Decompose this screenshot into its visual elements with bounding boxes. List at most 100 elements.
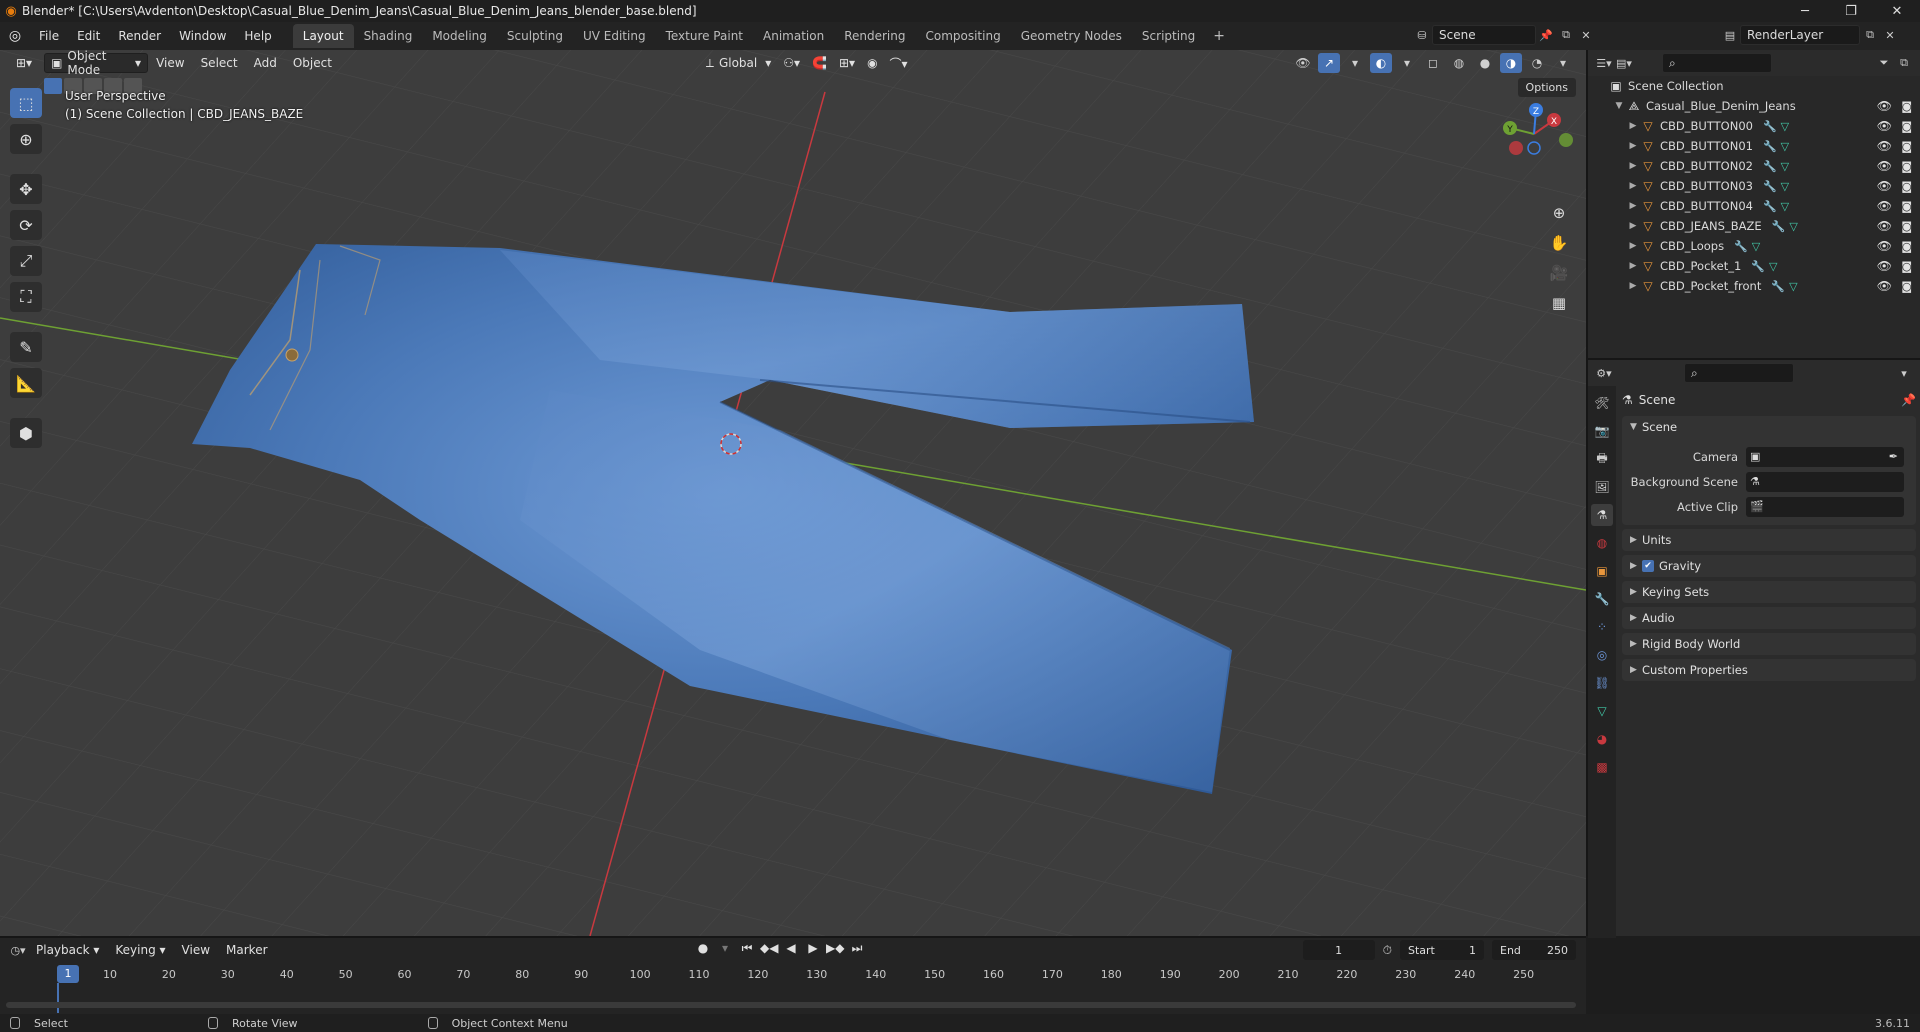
modifier-wrench-icon[interactable]: 🔧: [1772, 220, 1786, 233]
maximize-button[interactable]: ❐: [1828, 0, 1874, 22]
cursor-tool-icon[interactable]: ⊕: [10, 124, 42, 154]
menu-window[interactable]: Window: [170, 22, 235, 50]
menu-add[interactable]: Add: [246, 56, 285, 70]
outliner-row-object[interactable]: ▶ ▽ CBD_JEANS_BAZE 🔧 ▽ 👁 ◙: [1588, 216, 1920, 236]
outliner-row-object[interactable]: ▶ ▽ CBD_Pocket_1 🔧 ▽ 👁 ◙: [1588, 256, 1920, 276]
pan-hand-icon[interactable]: ✋: [1546, 230, 1572, 256]
menu-view[interactable]: View: [148, 56, 192, 70]
physics-tab-icon[interactable]: ◎: [1591, 644, 1613, 666]
menu-playback[interactable]: Playback ▾: [28, 943, 107, 957]
expand-arrow-icon[interactable]: ▶: [1626, 221, 1640, 231]
render-camera-icon[interactable]: ◙: [1901, 120, 1912, 133]
particles-tab-icon[interactable]: ⁘: [1591, 616, 1613, 638]
outliner-row-scene-collection[interactable]: ▣ Scene Collection: [1588, 76, 1920, 96]
eye-icon[interactable]: 👁: [1877, 139, 1892, 153]
eye-icon[interactable]: 👁: [1877, 279, 1892, 293]
outliner-row-object[interactable]: ▶ ▽ CBD_BUTTON02 🔧 ▽ 👁 ◙: [1588, 156, 1920, 176]
eye-icon[interactable]: 👁: [1877, 159, 1892, 173]
render-camera-icon[interactable]: ◙: [1901, 180, 1912, 193]
eye-icon[interactable]: 👁: [1877, 199, 1892, 213]
output-tab-icon[interactable]: 🖶: [1591, 448, 1613, 470]
audio-panel[interactable]: ▶ Audio: [1622, 607, 1916, 629]
texture-tab-icon[interactable]: ▩: [1591, 756, 1613, 778]
shading-dropdown-icon[interactable]: ▾: [1552, 53, 1574, 73]
render-camera-icon[interactable]: ◙: [1901, 280, 1912, 293]
3d-viewport[interactable]: ⊞▾ ▣ Object Mode ▾ View Select Add Objec…: [0, 50, 1586, 936]
transform-orientation[interactable]: ⟂ Global ▾: [700, 53, 777, 73]
outliner-row-object[interactable]: ▶ ▽ CBD_BUTTON00 🔧 ▽ 👁 ◙: [1588, 116, 1920, 136]
expand-arrow-icon[interactable]: ▶: [1626, 161, 1640, 171]
pivot-point-icon[interactable]: ⚇▾: [777, 53, 806, 73]
modifier-wrench-icon[interactable]: 🔧: [1771, 280, 1785, 293]
properties-editor-icon[interactable]: ⚙▾: [1594, 363, 1614, 383]
timeline-scrollbar[interactable]: [6, 1002, 1576, 1008]
expand-arrow-icon[interactable]: ▶: [1626, 261, 1640, 271]
menu-select[interactable]: Select: [193, 56, 246, 70]
scene-icon[interactable]: ⛁: [1412, 25, 1432, 45]
modifier-wrench-icon[interactable]: 🔧: [1763, 140, 1777, 153]
world-tab-icon[interactable]: ◍: [1591, 532, 1613, 554]
play-reverse-icon[interactable]: ◀: [782, 941, 800, 956]
tab-rendering[interactable]: Rendering: [834, 24, 915, 48]
current-frame-field[interactable]: 1: [1302, 940, 1375, 960]
modifier-tab-icon[interactable]: 🔧: [1591, 588, 1613, 610]
object-tab-icon[interactable]: ▣: [1591, 560, 1613, 582]
view-layer-tab-icon[interactable]: 🖼: [1591, 476, 1613, 498]
proportional-edit-icon[interactable]: ◉: [861, 53, 883, 73]
outliner-editor-icon[interactable]: ☰▾: [1594, 53, 1614, 73]
data-tab-icon[interactable]: ▽: [1591, 700, 1613, 722]
custom-properties-panel[interactable]: ▶ Custom Properties: [1622, 659, 1916, 681]
next-keyframe-icon[interactable]: ▶◆: [826, 941, 844, 956]
keying-sets-panel[interactable]: ▶ Keying Sets: [1622, 581, 1916, 603]
axis-gizmo[interactable]: X Y Z: [1480, 90, 1580, 170]
render-camera-icon[interactable]: ◙: [1901, 100, 1912, 113]
modifier-wrench-icon[interactable]: 🔧: [1734, 240, 1748, 253]
end-frame-field[interactable]: End 250: [1492, 940, 1576, 960]
tool-tab-icon[interactable]: 🛠: [1591, 392, 1613, 414]
modifier-wrench-icon[interactable]: 🔧: [1763, 120, 1777, 133]
gizmo-toggle-icon[interactable]: ↗: [1318, 53, 1340, 73]
outliner-row-object[interactable]: ▶ ▽ CBD_Loops 🔧 ▽ 👁 ◙: [1588, 236, 1920, 256]
scene-panel-header[interactable]: ▼ Scene: [1622, 416, 1916, 438]
menu-object[interactable]: Object: [285, 56, 340, 70]
mesh-data-icon[interactable]: ▽: [1789, 220, 1797, 233]
record-icon[interactable]: ●: [694, 941, 712, 956]
tab-compositing[interactable]: Compositing: [915, 24, 1010, 48]
scene-name-field[interactable]: Scene: [1432, 25, 1536, 45]
gizmo-dropdown-icon[interactable]: ▾: [1344, 53, 1366, 73]
menu-timeline-view[interactable]: View: [174, 943, 218, 957]
mesh-data-icon[interactable]: ▽: [1789, 280, 1797, 293]
render-camera-icon[interactable]: ◙: [1901, 260, 1912, 273]
eye-icon[interactable]: 👁: [1877, 179, 1892, 193]
play-icon[interactable]: ▶: [804, 941, 822, 956]
eye-icon[interactable]: 👁: [1877, 259, 1892, 273]
select-new-icon[interactable]: [44, 78, 62, 94]
expand-arrow-icon[interactable]: ▶: [1626, 121, 1640, 131]
stopwatch-icon[interactable]: ⏱: [1383, 943, 1392, 958]
mesh-data-icon[interactable]: ▽: [1769, 260, 1777, 273]
eyedropper-icon[interactable]: ✒: [1889, 450, 1898, 463]
eye-icon[interactable]: 👁: [1877, 239, 1892, 253]
tab-uv-editing[interactable]: UV Editing: [573, 24, 656, 48]
menu-file[interactable]: File: [30, 22, 68, 50]
add-cube-tool-icon[interactable]: ⬢: [10, 418, 42, 448]
units-panel[interactable]: ▶ Units: [1622, 529, 1916, 551]
mesh-data-icon[interactable]: ▽: [1781, 120, 1789, 133]
properties-search-input[interactable]: ⌕: [1684, 363, 1794, 383]
new-scene-icon[interactable]: ⧉: [1556, 25, 1576, 45]
render-camera-icon[interactable]: ◙: [1901, 240, 1912, 253]
start-frame-field[interactable]: Start 1: [1400, 940, 1484, 960]
menu-edit[interactable]: Edit: [68, 22, 109, 50]
mode-selector[interactable]: ▣ Object Mode ▾: [44, 50, 149, 77]
overlay-toggle-icon[interactable]: ◐: [1370, 53, 1392, 73]
overlay-dropdown-icon[interactable]: ▾: [1396, 53, 1418, 73]
visibility-icon[interactable]: 👁: [1292, 53, 1314, 73]
ortho-grid-icon[interactable]: ▦: [1546, 290, 1572, 316]
scale-tool-icon[interactable]: ⤢: [10, 246, 42, 276]
expand-arrow-icon[interactable]: ▶: [1626, 141, 1640, 151]
filter-icon[interactable]: ⏷: [1874, 53, 1894, 73]
render-camera-icon[interactable]: ◙: [1901, 200, 1912, 213]
mesh-data-icon[interactable]: ▽: [1781, 140, 1789, 153]
falloff-icon[interactable]: ⌒▾: [884, 53, 914, 73]
select-box-tool-icon[interactable]: ⬚: [10, 88, 42, 118]
